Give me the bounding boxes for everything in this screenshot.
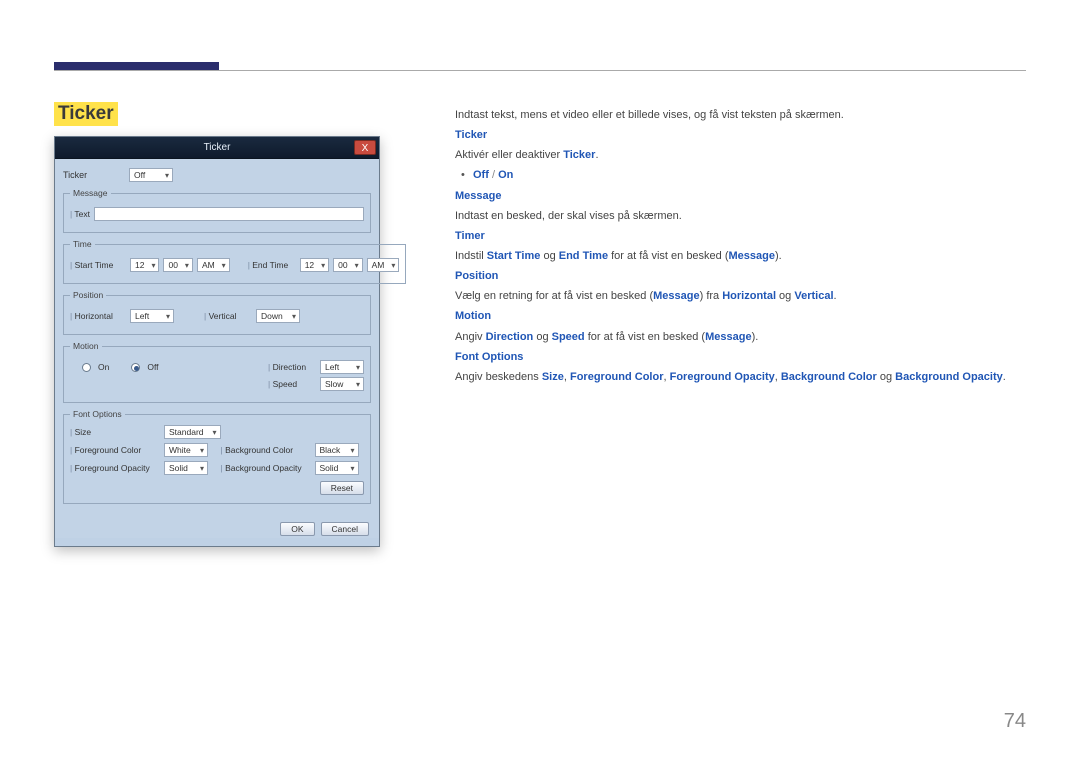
motion-off-radio[interactable]	[131, 363, 140, 372]
text-label: Text	[70, 209, 90, 219]
reset-button[interactable]: Reset	[320, 481, 364, 495]
ticker-options: Off / On	[455, 166, 1026, 184]
dialog-actions: OK Cancel	[55, 516, 379, 538]
page-title: Ticker	[54, 102, 118, 126]
doc-content: Indtast tekst, mens et video eller et bi…	[455, 106, 1026, 388]
horizontal-select[interactable]: Left	[130, 309, 174, 323]
ticker-desc: Aktivér eller deaktiver Ticker.	[455, 146, 1026, 164]
fg-color-select[interactable]: White	[164, 443, 208, 457]
header-accent	[54, 62, 219, 70]
message-fieldset: Message Text	[63, 188, 371, 233]
bg-color-select[interactable]: Black	[315, 443, 359, 457]
ticker-row: Ticker Off	[63, 168, 371, 182]
motion-off-label: Off	[147, 362, 158, 372]
end-min-select[interactable]: 00	[333, 258, 362, 272]
dialog-body: Ticker Off Message Text Time Start Time …	[55, 159, 379, 516]
ok-button[interactable]: OK	[280, 522, 314, 536]
fg-opacity-select[interactable]: Solid	[164, 461, 208, 475]
horizontal-label: Horizontal	[70, 311, 126, 321]
position-desc: Vælg en retning for at få vist en besked…	[455, 287, 1026, 305]
message-legend: Message	[70, 188, 111, 198]
end-hour-select[interactable]: 12	[300, 258, 329, 272]
heading-motion: Motion	[455, 307, 1026, 325]
bg-color-label: Background Color	[221, 445, 311, 455]
fg-opacity-label: Foreground Opacity	[70, 463, 160, 473]
position-fieldset: Position Horizontal Left Vertical Down	[63, 290, 371, 335]
motion-on-radio[interactable]	[82, 363, 91, 372]
size-label: Size	[70, 427, 160, 437]
direction-select[interactable]: Left	[320, 360, 364, 374]
timer-desc: Indstil Start Time og End Time for at få…	[455, 247, 1026, 265]
header-rule	[54, 70, 1026, 71]
end-ampm-select[interactable]: AM	[367, 258, 400, 272]
position-legend: Position	[70, 290, 106, 300]
start-time-label: Start Time	[70, 260, 126, 270]
ticker-select[interactable]: Off	[129, 168, 173, 182]
motion-on-label: On	[98, 362, 109, 372]
font-desc: Angiv beskedens Size, Foreground Color, …	[455, 368, 1026, 386]
font-options-legend: Font Options	[70, 409, 125, 419]
heading-position: Position	[455, 267, 1026, 285]
heading-font-options: Font Options	[455, 348, 1026, 366]
time-legend: Time	[70, 239, 95, 249]
page-number: 74	[1004, 710, 1026, 733]
heading-message: Message	[455, 187, 1026, 205]
start-min-select[interactable]: 00	[163, 258, 192, 272]
cancel-button[interactable]: Cancel	[321, 522, 369, 536]
start-hour-select[interactable]: 12	[130, 258, 159, 272]
heading-ticker: Ticker	[455, 126, 1026, 144]
vertical-select[interactable]: Down	[256, 309, 300, 323]
message-desc: Indtast en besked, der skal vises på skæ…	[455, 207, 1026, 225]
font-options-fieldset: Font Options Size Standard Foreground Col…	[63, 409, 371, 504]
end-time-label: End Time	[248, 260, 296, 270]
close-icon[interactable]: X	[354, 140, 376, 155]
motion-desc: Angiv Direction og Speed for at få vist …	[455, 328, 1026, 346]
ticker-label: Ticker	[63, 170, 125, 180]
heading-timer: Timer	[455, 227, 1026, 245]
dialog-titlebar: Ticker X	[55, 137, 379, 159]
motion-legend: Motion	[70, 341, 102, 351]
direction-label: Direction	[268, 362, 316, 372]
ticker-dialog: Ticker X Ticker Off Message Text Time St…	[54, 136, 380, 547]
time-fieldset: Time Start Time 12 00 AM End Time 12 00 …	[63, 239, 406, 284]
bg-opacity-select[interactable]: Solid	[315, 461, 359, 475]
speed-select[interactable]: Slow	[320, 377, 364, 391]
speed-label: Speed	[268, 379, 316, 389]
size-select[interactable]: Standard	[164, 425, 221, 439]
motion-fieldset: Motion On Off Direction Left Speed Slow	[63, 341, 371, 403]
start-ampm-select[interactable]: AM	[197, 258, 230, 272]
intro-text: Indtast tekst, mens et video eller et bi…	[455, 106, 1026, 124]
vertical-label: Vertical	[204, 311, 252, 321]
text-input[interactable]	[94, 207, 364, 221]
dialog-title: Ticker	[204, 142, 231, 153]
fg-color-label: Foreground Color	[70, 445, 160, 455]
bg-opacity-label: Background Opacity	[221, 463, 311, 473]
